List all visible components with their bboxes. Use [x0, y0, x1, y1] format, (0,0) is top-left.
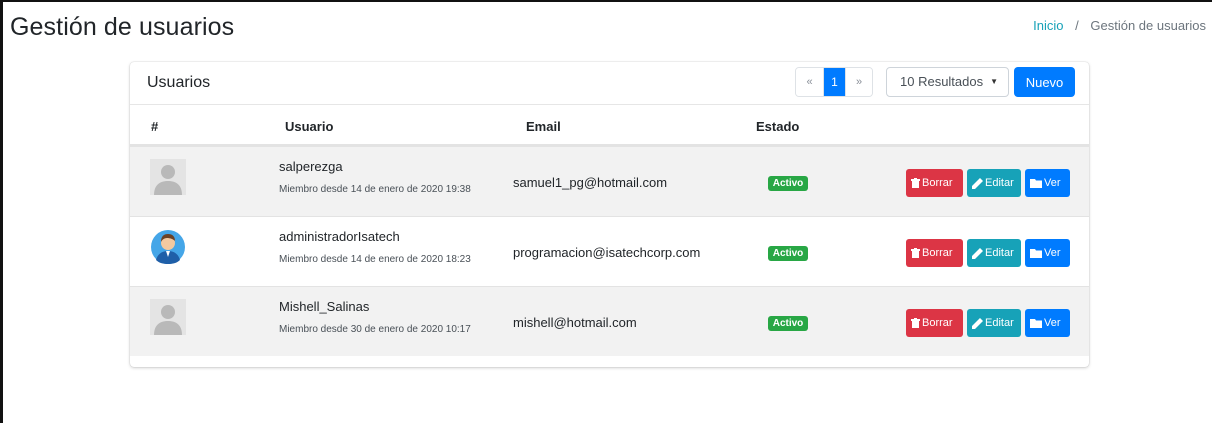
column-header-email: Email — [526, 119, 561, 134]
users-card: Usuarios « 1 » 10 Resultados ▼ Nuevo # U… — [130, 62, 1089, 367]
default-avatar-icon — [150, 159, 186, 195]
edit-label: Editar — [985, 317, 1014, 329]
delete-label: Borrar — [922, 317, 953, 329]
row-actions: Borrar Editar Ver — [906, 239, 1070, 267]
user-name: Mishell_Salinas — [279, 299, 370, 314]
results-per-page-select[interactable]: 10 Resultados ▼ — [886, 67, 1009, 97]
folder-icon — [1030, 318, 1042, 328]
column-header-user: Usuario — [285, 119, 334, 134]
folder-icon — [1030, 248, 1042, 258]
status-badge: Activo — [768, 246, 808, 261]
row-actions: Borrar Editar Ver — [906, 309, 1070, 337]
delete-button[interactable]: Borrar — [906, 309, 963, 337]
table-row: Mishell_Salinas Miembro desde 30 de ener… — [130, 286, 1089, 356]
edit-label: Editar — [985, 177, 1014, 189]
page-title: Gestión de usuarios — [10, 13, 235, 41]
user-email: programacion@isatechcorp.com — [513, 245, 701, 260]
delete-label: Borrar — [922, 247, 953, 259]
edit-label: Editar — [985, 247, 1014, 259]
delete-label: Borrar — [922, 177, 953, 189]
user-name: administradorIsatech — [279, 229, 400, 244]
status-badge: Activo — [768, 176, 808, 191]
pagination-page-1[interactable]: 1 — [823, 68, 845, 96]
results-select-value: 10 Resultados — [900, 74, 984, 89]
admin-avatar-icon — [151, 230, 185, 264]
user-name: salperezga — [279, 159, 343, 174]
pencil-icon — [972, 177, 983, 189]
breadcrumb-separator: / — [1075, 18, 1079, 33]
view-label: Ver — [1044, 247, 1061, 259]
pencil-icon — [972, 247, 983, 259]
chevron-down-icon: ▼ — [990, 77, 998, 86]
trash-icon — [911, 178, 920, 188]
edit-button[interactable]: Editar — [967, 309, 1021, 337]
edit-button[interactable]: Editar — [967, 239, 1021, 267]
edit-button[interactable]: Editar — [967, 169, 1021, 197]
pagination-prev-button[interactable]: « — [796, 68, 823, 96]
user-email: samuel1_pg@hotmail.com — [513, 175, 668, 190]
status-badge: Activo — [768, 316, 808, 331]
default-avatar-icon — [150, 299, 186, 335]
folder-icon — [1030, 178, 1042, 188]
view-button[interactable]: Ver — [1025, 169, 1070, 197]
pagination-next-button[interactable]: » — [845, 68, 872, 96]
user-email: mishell@hotmail.com — [513, 315, 637, 330]
view-label: Ver — [1044, 317, 1061, 329]
trash-icon — [911, 248, 920, 258]
view-label: Ver — [1044, 177, 1061, 189]
view-button[interactable]: Ver — [1025, 239, 1070, 267]
column-header-status: Estado — [756, 119, 800, 134]
row-actions: Borrar Editar Ver — [906, 169, 1070, 197]
delete-button[interactable]: Borrar — [906, 169, 963, 197]
table-row: administradorIsatech Miembro desde 14 de… — [130, 216, 1089, 286]
card-header: Usuarios « 1 » 10 Resultados ▼ Nuevo — [130, 62, 1089, 105]
member-since: Miembro desde 14 de enero de 2020 18:23 — [279, 254, 471, 265]
table-row: salperezga Miembro desde 14 de enero de … — [130, 146, 1089, 216]
window-frame-top — [0, 0, 1212, 2]
pagination: « 1 » — [795, 67, 873, 97]
table-header: # Usuario Email Estado — [130, 105, 1089, 146]
trash-icon — [911, 318, 920, 328]
breadcrumb-home-link[interactable]: Inicio — [1033, 18, 1063, 33]
member-since: Miembro desde 30 de enero de 2020 10:17 — [279, 324, 471, 335]
card-title: Usuarios — [147, 74, 211, 91]
window-frame-left — [0, 0, 3, 423]
member-since: Miembro desde 14 de enero de 2020 19:38 — [279, 184, 471, 195]
new-user-button[interactable]: Nuevo — [1014, 67, 1075, 97]
pencil-icon — [972, 317, 983, 329]
view-button[interactable]: Ver — [1025, 309, 1070, 337]
breadcrumb: Inicio / Gestión de usuarios — [1033, 18, 1206, 33]
breadcrumb-current: Gestión de usuarios — [1090, 18, 1206, 33]
column-header-index: # — [151, 119, 159, 134]
delete-button[interactable]: Borrar — [906, 239, 963, 267]
